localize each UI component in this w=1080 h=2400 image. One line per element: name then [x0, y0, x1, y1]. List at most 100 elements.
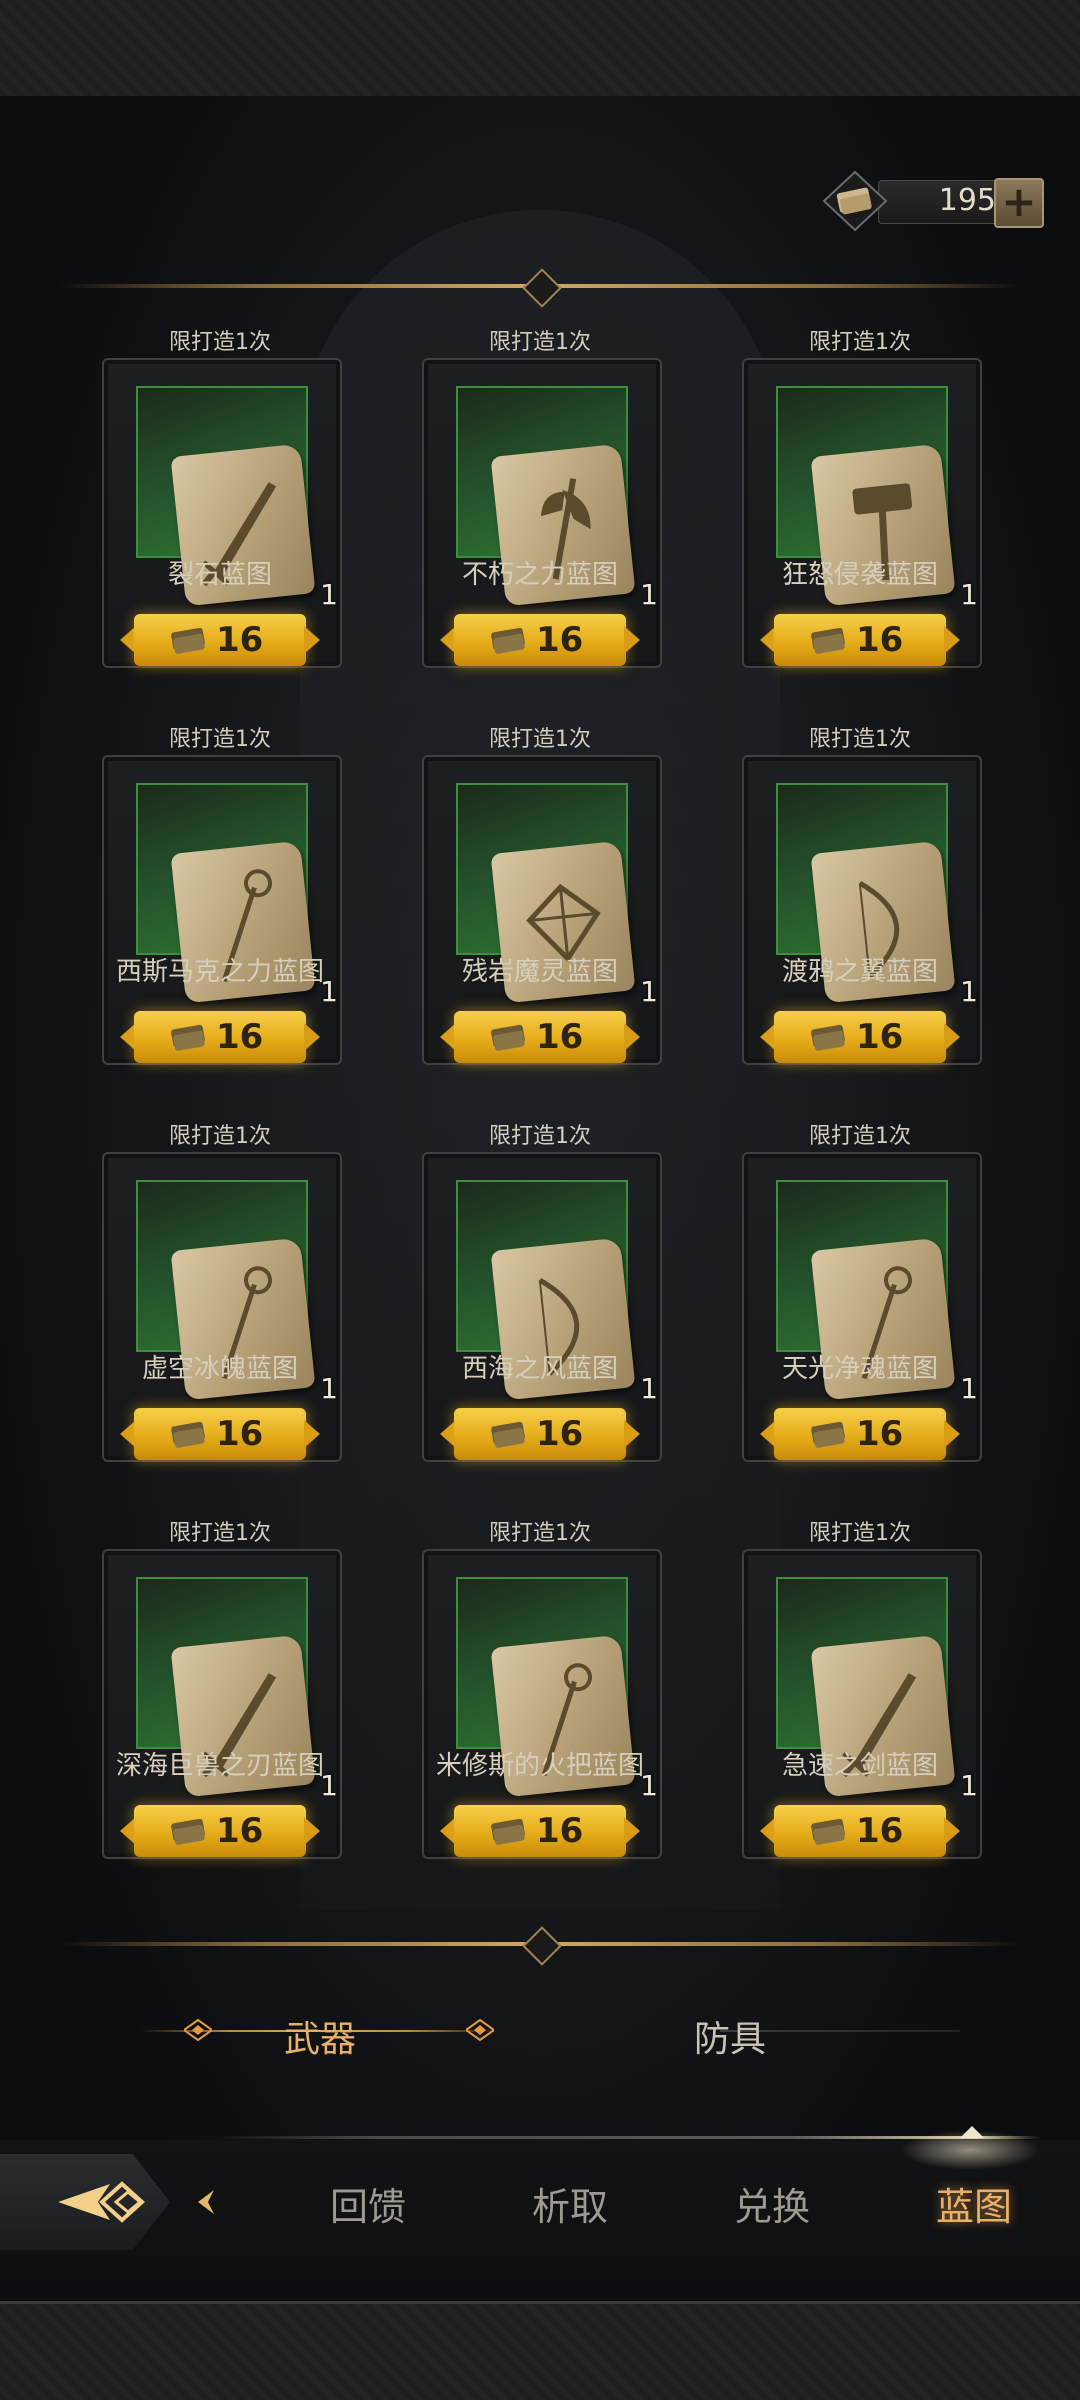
- blueprint-card[interactable]: 限打造1次 1 残岩魔灵蓝图 16: [422, 725, 662, 1065]
- nav-item-feedback[interactable]: 回馈: [308, 2176, 428, 2236]
- blueprint-name: 狂怒侵袭蓝图: [781, 560, 938, 590]
- price-value: 16: [536, 620, 584, 660]
- blueprint-name: 残岩魔灵蓝图: [461, 957, 618, 987]
- blueprint-card[interactable]: 限打造1次 1 急速之剑蓝图 16: [742, 1519, 982, 1859]
- blueprint-name: 不朽之力蓝图: [461, 560, 618, 590]
- price-value: 16: [536, 1414, 584, 1454]
- blueprint-card[interactable]: 限打造1次 1 西斯马克之力蓝图 16: [102, 725, 342, 1065]
- tab-ornament-icon: [184, 2018, 212, 2042]
- craft-limit-label: 限打造1次: [809, 1124, 911, 1149]
- blueprint-card[interactable]: 限打造1次 1 裂石蓝图 16: [102, 328, 342, 668]
- price-value: 16: [536, 1017, 584, 1057]
- blueprint-slot[interactable]: 1: [136, 386, 338, 611]
- blueprint-slot[interactable]: 1: [456, 783, 658, 1008]
- blueprint-currency-icon: [171, 1024, 205, 1051]
- buy-button[interactable]: 16: [440, 1803, 640, 1859]
- price-value: 16: [856, 620, 904, 660]
- blueprint-card[interactable]: 限打造1次 1 狂怒侵袭蓝图 16: [742, 328, 982, 668]
- blueprint-card[interactable]: 限打造1次 1 虚空冰魄蓝图 16: [102, 1122, 342, 1462]
- craft-limit-label: 限打造1次: [169, 330, 271, 355]
- blueprint-name: 急速之剑蓝图: [781, 1751, 938, 1781]
- buy-button[interactable]: 16: [760, 612, 960, 668]
- craft-limit-label: 限打造1次: [489, 330, 591, 355]
- price-value: 16: [856, 1811, 904, 1851]
- craft-limit-label: 限打造1次: [169, 727, 271, 752]
- blueprint-currency-icon: [811, 1421, 845, 1448]
- price-value: 16: [216, 1811, 264, 1851]
- blueprint-slot[interactable]: 1: [776, 783, 978, 1008]
- price-value: 16: [856, 1414, 904, 1454]
- price-value: 16: [216, 620, 264, 660]
- buy-button[interactable]: 16: [440, 612, 640, 668]
- blueprint-currency-icon: [171, 627, 205, 654]
- craft-limit-label: 限打造1次: [809, 330, 911, 355]
- price-value: 16: [216, 1017, 264, 1057]
- blueprint-currency-icon: [491, 627, 525, 654]
- craft-limit-label: 限打造1次: [809, 727, 911, 752]
- nav-item-extract[interactable]: 析取: [510, 2176, 630, 2236]
- blueprint-slot[interactable]: 1: [456, 1180, 658, 1405]
- craft-limit-label: 限打造1次: [489, 727, 591, 752]
- buy-button[interactable]: 16: [760, 1406, 960, 1462]
- blueprint-name: 西斯马克之力蓝图: [115, 957, 324, 987]
- blueprint-name: 深海巨兽之刃蓝图: [115, 1751, 324, 1781]
- blueprint-name: 天光净魂蓝图: [781, 1354, 938, 1384]
- tab-ornament-icon: [466, 2018, 494, 2042]
- currency-value: 195: [938, 183, 996, 218]
- blueprint-card[interactable]: 限打造1次 1 西海之风蓝图 16: [422, 1122, 662, 1462]
- blueprint-name: 渡鸦之翼蓝图: [781, 957, 938, 987]
- blueprint-currency-icon: [171, 1818, 205, 1845]
- buy-button[interactable]: 16: [760, 1803, 960, 1859]
- buy-button[interactable]: 16: [440, 1009, 640, 1065]
- blueprint-slot[interactable]: 1: [776, 1577, 978, 1802]
- blueprint-currency-icon: [811, 1024, 845, 1051]
- craft-limit-label: 限打造1次: [489, 1521, 591, 1546]
- blueprint-card[interactable]: 限打造1次 1 渡鸦之翼蓝图 16: [742, 725, 982, 1065]
- price-value: 16: [216, 1414, 264, 1454]
- blueprint-currency-icon: [811, 627, 845, 654]
- craft-limit-label: 限打造1次: [169, 1124, 271, 1149]
- blueprint-slot[interactable]: 1: [136, 783, 338, 1008]
- craft-limit-label: 限打造1次: [809, 1521, 911, 1546]
- buy-button[interactable]: 16: [120, 1009, 320, 1065]
- blueprint-slot[interactable]: 1: [776, 386, 978, 611]
- blueprint-currency-icon: [491, 1818, 525, 1845]
- add-currency-button[interactable]: +: [994, 178, 1044, 228]
- blueprint-currency-icon: [811, 1818, 845, 1845]
- nav-item-exchange[interactable]: 兑换: [712, 2176, 832, 2236]
- top-frame: [0, 0, 1080, 99]
- buy-button[interactable]: 16: [120, 1406, 320, 1462]
- blueprint-currency-icon: [171, 1421, 205, 1448]
- price-value: 16: [536, 1811, 584, 1851]
- price-value: 16: [856, 1017, 904, 1057]
- blueprint-currency-icon: [491, 1421, 525, 1448]
- craft-limit-label: 限打造1次: [169, 1521, 271, 1546]
- back-arrow-icon: [58, 2181, 145, 2223]
- blueprint-slot[interactable]: 1: [776, 1180, 978, 1405]
- tab-weapon-label: 武器: [283, 2019, 356, 2060]
- top-divider: [60, 268, 1020, 308]
- blueprint-card[interactable]: 限打造1次 1 深海巨兽之刃蓝图 16: [102, 1519, 342, 1859]
- back-button[interactable]: [0, 2154, 214, 2250]
- buy-button[interactable]: 16: [120, 612, 320, 668]
- blueprint-currency-icon: [491, 1024, 525, 1051]
- blueprint-card[interactable]: 限打造1次 1 米修斯的火把蓝图 16: [422, 1519, 662, 1859]
- craft-limit-label: 限打造1次: [489, 1124, 591, 1149]
- blueprint-slot[interactable]: 1: [136, 1180, 338, 1405]
- buy-button[interactable]: 16: [760, 1009, 960, 1065]
- nav-item-blueprint[interactable]: 蓝图: [914, 2176, 1034, 2236]
- blueprint-name: 米修斯的火把蓝图: [435, 1751, 644, 1781]
- bottom-divider: [60, 1926, 1020, 1966]
- tab-armor[interactable]: 防具: [600, 1996, 960, 2066]
- blueprint-slot[interactable]: 1: [136, 1577, 338, 1802]
- blueprint-name: 裂石蓝图: [167, 560, 272, 590]
- currency-display: 195 +: [822, 170, 1044, 232]
- blueprint-slot[interactable]: 1: [456, 386, 658, 611]
- blueprint-card[interactable]: 限打造1次 1 天光净魂蓝图 16: [742, 1122, 982, 1462]
- tab-weapon[interactable]: 武器: [120, 1996, 520, 2066]
- blueprint-card[interactable]: 限打造1次 1 不朽之力蓝图 16: [422, 328, 662, 668]
- blueprint-slot[interactable]: 1: [456, 1577, 658, 1802]
- buy-button[interactable]: 16: [120, 1803, 320, 1859]
- buy-button[interactable]: 16: [440, 1406, 640, 1462]
- nav-active-caret: [960, 2126, 984, 2138]
